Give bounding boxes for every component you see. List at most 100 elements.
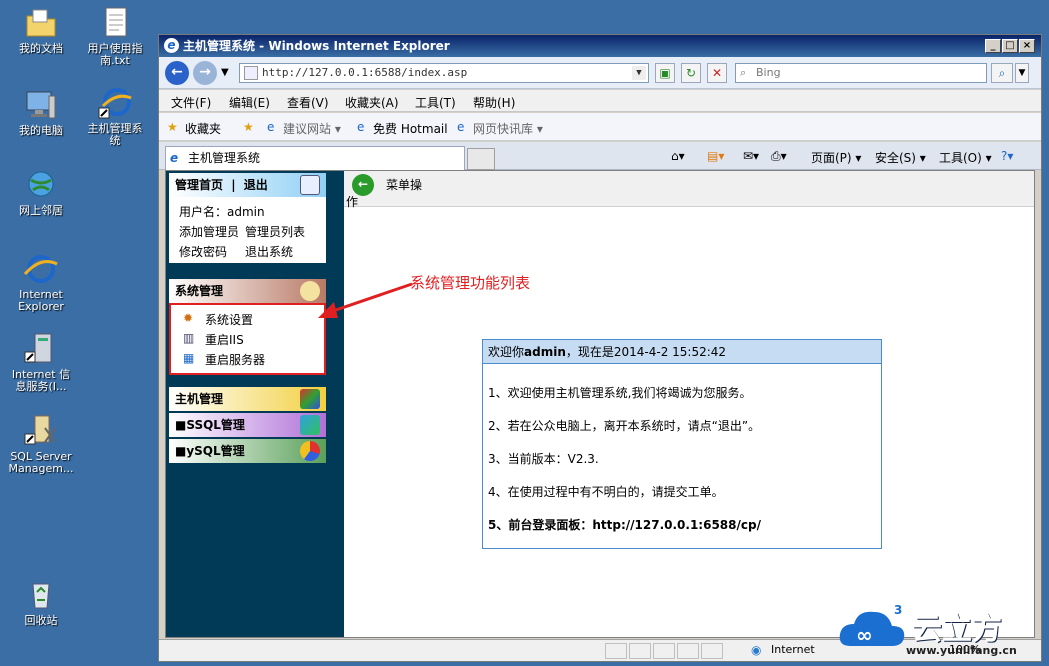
ie-page-icon: e [357,120,365,134]
system-settings-link[interactable]: 系统设置 [205,311,253,328]
menu-favorites[interactable]: 收藏夹(A) [345,94,399,111]
search-placeholder: Bing [756,66,781,79]
system-management-header[interactable]: 系统管理 [169,279,326,303]
fav-web-slice-gallery[interactable]: 网页快讯库 ▾ [473,120,543,137]
ie-page-icon: e [170,151,179,165]
welcome-user: admin [524,345,566,359]
network-icon [23,168,59,202]
maximize-button[interactable]: □ [1002,39,1018,53]
logout-link[interactable]: 退出 [244,178,268,192]
favorites-button[interactable]: 收藏夹 [185,120,221,137]
history-dropdown-icon[interactable]: ▼ [221,67,229,78]
add-favorite-icon[interactable]: ★ [243,120,254,134]
search-box[interactable]: ⌕ Bing [735,63,987,83]
ie-page-icon: e [457,120,465,134]
svg-text:∞: ∞ [856,623,873,647]
welcome-line-3: 3、当前版本：V2.3. [488,452,599,466]
text-file-icon [97,6,133,40]
menu-tools[interactable]: 工具(T) [415,94,456,111]
desktop-icon-my-computer[interactable]: 我的电脑 [4,88,78,137]
mssql-management-header[interactable]: ■SSQL管理 [169,413,326,437]
add-admin-link[interactable]: 添加管理员 [179,223,239,240]
fav-hotmail[interactable]: 免费 Hotmail [373,120,448,137]
minimize-button[interactable]: _ [985,39,1001,53]
sidebar: 管理首页 | 退出 用户名：admin 添加管理员 管理员列表 修改密码 退出系… [166,171,344,637]
home-icon[interactable]: ⌂▾ [671,149,685,163]
address-dropdown-icon[interactable]: ▼ [632,66,646,80]
restart-server-link[interactable]: 重启服务器 [205,351,265,368]
desktop-icon-sql-server[interactable]: SQL Server Managem... [4,414,78,475]
feeds-icon[interactable]: ▤▾ [707,149,724,163]
forward-button[interactable]: → [193,61,217,85]
host-management-title: 主机管理 [175,392,224,406]
system-management-title: 系统管理 [175,284,224,298]
address-row: ← → ▼ http://127.0.0.1:6588/index.asp ▼ … [159,57,1041,89]
computer-icon [23,88,59,122]
cloud-logo-icon: ∞ 3 [839,603,905,647]
stop-icon[interactable]: ✕ [707,63,727,83]
search-go-button[interactable]: ⌕ [991,63,1013,83]
page-content: 管理首页 | 退出 用户名：admin 添加管理员 管理员列表 修改密码 退出系… [165,170,1035,638]
mysql-management-header[interactable]: ■ySQL管理 [169,439,326,463]
welcome-header: 欢迎你admin，现在是2014-4-2 15:52:42 [483,340,881,364]
tools-menu[interactable]: 工具(O) ▾ [939,149,992,166]
mysql-management-title: ■ySQL管理 [175,444,245,458]
admin-list-link[interactable]: 管理员列表 [245,223,305,240]
page-menu[interactable]: 页面(P) ▾ [811,149,861,166]
home-link[interactable]: 管理首页 [175,178,223,192]
safety-menu[interactable]: 安全(S) ▾ [875,149,926,166]
annotation-arrow [318,282,413,318]
compatibility-icon[interactable]: ▣ [655,63,675,83]
ie-page-icon: e [267,120,275,134]
menu-view[interactable]: 查看(V) [287,94,329,111]
menu-file[interactable]: 文件(F) [171,94,211,111]
change-password-link[interactable]: 修改密码 [179,243,227,260]
title-bar[interactable]: e 主机管理系统 - Windows Internet Explorer _ □… [159,35,1041,57]
settings-icon: ✹ [183,311,194,325]
svg-text:3: 3 [894,603,902,617]
system-management-body: ✹ 系统设置 ▥ 重启IIS ▦ 重启服务器 [169,303,326,375]
username-label: 用户名：admin [179,205,265,219]
new-tab-button[interactable] [467,148,495,170]
menu-edit[interactable]: 编辑(E) [229,94,270,111]
tab-active[interactable]: e 主机管理系统 [165,146,465,170]
desktop-icon-host-system[interactable]: 主机管理系 统 [78,86,152,147]
welcome-line-5[interactable]: 5、前台登录面板：http://127.0.0.1:6588/cp/ [488,516,761,533]
desktop-icon-network[interactable]: 网上邻居 [4,168,78,217]
menu-operation-label-wrap: 作 [346,195,359,209]
host-management-header[interactable]: 主机管理 [169,387,326,411]
menu-bar: 文件(F) 编辑(E) 查看(V) 收藏夹(A) 工具(T) 帮助(H) [159,90,1041,112]
close-button[interactable]: × [1019,39,1035,53]
welcome-panel: 欢迎你admin，现在是2014-4-2 15:52:42 1、欢迎使用主机管理… [482,339,882,549]
address-bar[interactable]: http://127.0.0.1:6588/index.asp ▼ [239,63,649,83]
mail-icon[interactable]: ✉▾ [743,149,759,163]
host-icon [300,389,320,409]
refresh-icon[interactable]: ↻ [681,63,701,83]
iis-icon [23,332,59,366]
page-icon [244,66,258,80]
restart-iis-link[interactable]: 重启IIS [205,331,244,348]
sql-server-icon [23,414,59,448]
desktop-icon-my-documents[interactable]: 我的文档 [4,6,78,55]
desktop-icon-recycle-bin[interactable]: 回收站 [4,578,78,627]
print-icon[interactable]: ⎙▾ [771,149,787,164]
status-zone: Internet [771,643,815,656]
fav-suggested-sites[interactable]: 建议网站 ▾ [283,120,341,137]
annotation-label: 系统管理功能列表 [410,274,531,292]
iis-restart-icon: ▥ [183,331,195,345]
back-button[interactable]: ← [165,61,189,85]
exit-system-link[interactable]: 退出系统 [245,243,293,260]
admin-panel-body: 用户名：admin 添加管理员 管理员列表 修改密码 退出系统 [169,197,326,263]
admin-avatar-icon [300,175,320,195]
desktop-icon-internet-explorer[interactable]: Internet Explorer [4,252,78,313]
desktop-icon-user-guide[interactable]: 用户使用指 南.txt [78,6,152,67]
favorites-bar: ★ 收藏夹 ★ e 建议网站 ▾ e 免费 Hotmail e 网页快讯库 ▾ [159,113,1041,141]
tab-title: 主机管理系统 [188,151,261,165]
desktop-icon-iis[interactable]: Internet 信 息服务(I... [4,332,78,393]
search-options-icon[interactable]: ▼ [1015,63,1029,83]
mssql-icon [300,415,320,435]
menu-help[interactable]: 帮助(H) [473,94,515,111]
help-icon[interactable]: ?▾ [1001,149,1013,163]
server-restart-icon: ▦ [183,351,195,365]
watermark-logo: ∞ 3 云立方 www.yunlifang.cn [836,600,1048,664]
